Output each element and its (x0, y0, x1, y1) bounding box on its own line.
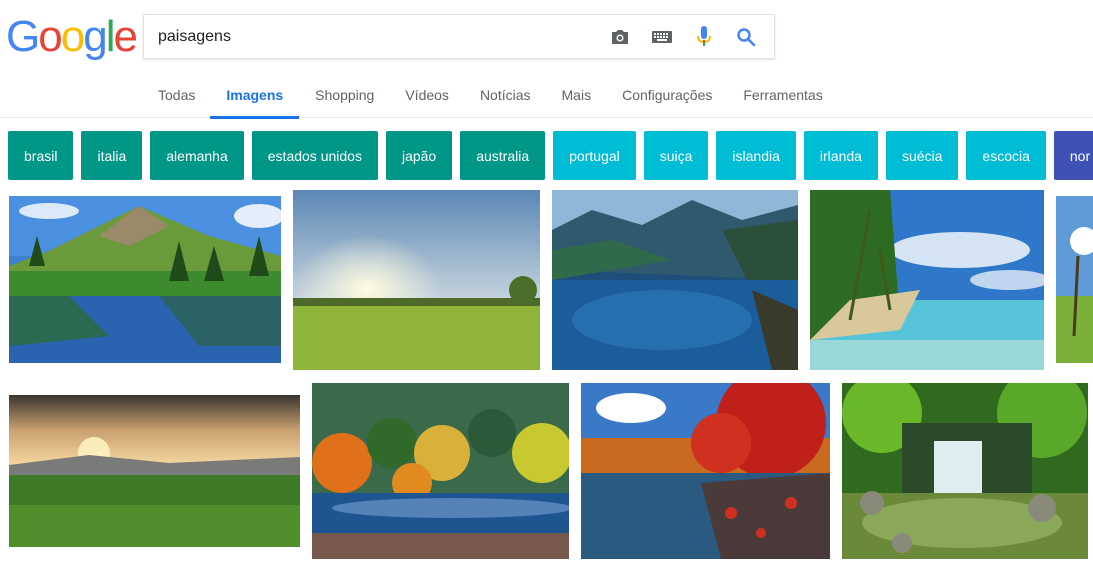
search-tabs: Todas Imagens Shopping Vídeos Notícias M… (158, 76, 854, 119)
tab-videos[interactable]: Vídeos (405, 76, 449, 118)
header: Google Todas Imagens Shopping Vídeos Not… (0, 0, 1093, 119)
tab-todas[interactable]: Todas (158, 76, 195, 118)
chip-brasil[interactable]: brasil (8, 131, 74, 180)
tab-shopping[interactable]: Shopping (315, 76, 374, 118)
logo-letter: G (6, 12, 40, 61)
chip-suica[interactable]: suiça (643, 131, 709, 180)
search-input[interactable] (158, 25, 598, 49)
chip-estados-unidos[interactable]: estados unidos (251, 131, 378, 180)
tab-configuracoes[interactable]: Configurações (622, 76, 712, 118)
search-box (143, 14, 775, 59)
image-result-sunset-meadow[interactable] (9, 395, 300, 547)
chip-nor[interactable]: nor (1053, 131, 1093, 180)
chip-escocia[interactable]: escocia (966, 131, 1046, 180)
image-result-tropical-beach[interactable] (810, 190, 1044, 370)
chip-irlanda[interactable]: irlanda (803, 131, 878, 180)
image-result-sunny-field[interactable] (293, 190, 540, 370)
tab-noticias[interactable]: Notícias (480, 76, 531, 118)
image-result-partial-tree[interactable] (1056, 196, 1093, 363)
chip-japao[interactable]: japão (385, 131, 453, 180)
search-icons (608, 25, 758, 49)
image-result-waterfall[interactable] (842, 383, 1088, 559)
image-result-autumn-forest[interactable] (312, 383, 569, 559)
related-search-chips: brasil italia alemanha estados unidos ja… (8, 131, 1093, 181)
logo-letter: g (83, 12, 108, 61)
camera-icon[interactable] (608, 25, 632, 49)
logo-letter: o (60, 12, 86, 61)
search-icon[interactable] (734, 25, 758, 49)
tab-mais[interactable]: Mais (562, 76, 592, 118)
microphone-icon[interactable] (692, 25, 716, 49)
keyboard-icon[interactable] (650, 25, 674, 49)
image-result-red-autumn-river[interactable] (581, 383, 830, 559)
logo-letter: e (113, 12, 138, 61)
tab-ferramentas[interactable]: Ferramentas (743, 76, 822, 118)
chip-australia[interactable]: australia (460, 131, 546, 180)
chip-portugal[interactable]: portugal (553, 131, 636, 180)
chip-islandia[interactable]: islandia (716, 131, 796, 180)
image-result-mountain-lake[interactable] (9, 196, 281, 363)
logo-letter: o (38, 12, 63, 61)
image-result-alpine-lake[interactable] (552, 190, 798, 370)
tab-imagens[interactable]: Imagens (210, 76, 299, 119)
chip-suecia[interactable]: suécia (885, 131, 959, 180)
chip-alemanha[interactable]: alemanha (150, 131, 244, 180)
google-logo[interactable]: Google (6, 12, 138, 62)
chip-italia[interactable]: italia (81, 131, 143, 180)
logo-letter: l (105, 12, 116, 61)
